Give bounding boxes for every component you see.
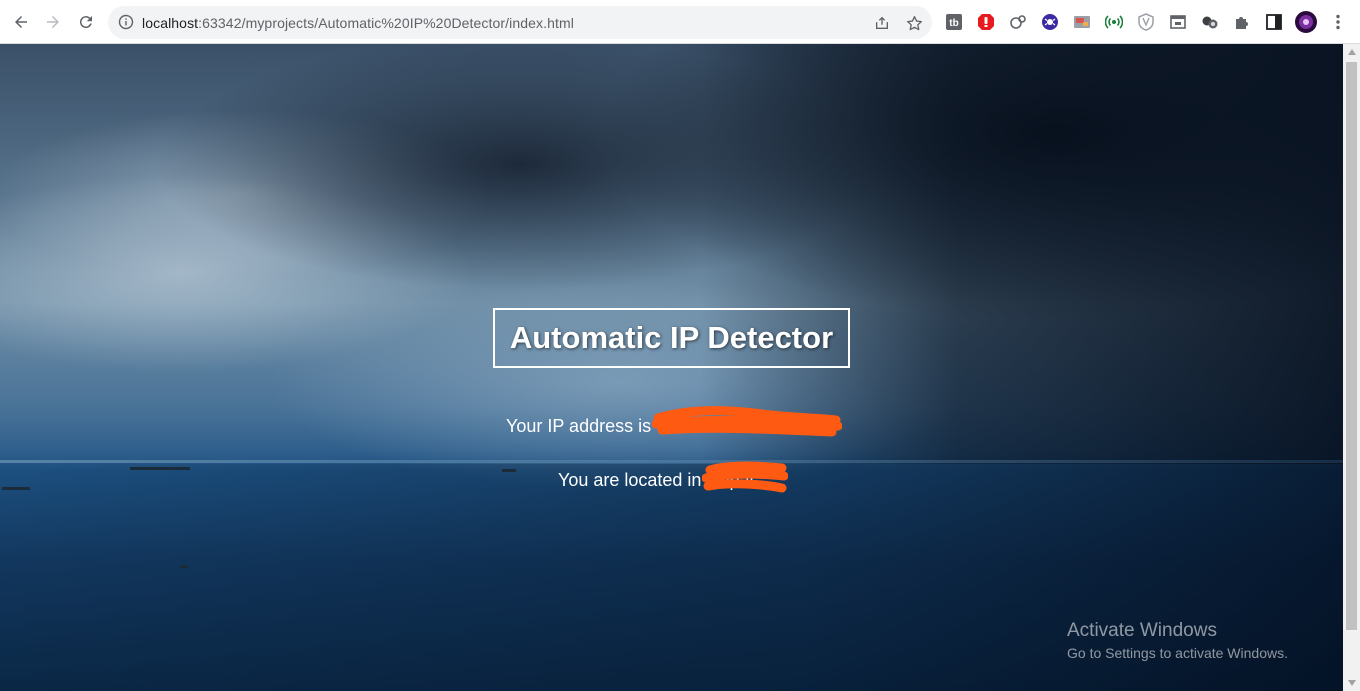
- location-label: You are located in: [558, 470, 702, 490]
- ship: [180, 565, 188, 568]
- cast-icon[interactable]: [1072, 12, 1092, 32]
- ship: [502, 469, 516, 472]
- scroll-down-arrow-icon[interactable]: [1346, 678, 1357, 688]
- watermark-title: Activate Windows: [1067, 620, 1217, 641]
- back-button[interactable]: [6, 7, 36, 37]
- bubbles-icon[interactable]: [1200, 12, 1220, 32]
- puzzle-icon[interactable]: [1232, 12, 1252, 32]
- svg-text:tb: tb: [949, 18, 958, 29]
- reload-button[interactable]: [71, 7, 101, 37]
- wifi-icon[interactable]: [1104, 12, 1124, 32]
- adblock-icon[interactable]: [976, 12, 996, 32]
- bookmark-star-icon[interactable]: [905, 14, 923, 32]
- address-bar[interactable]: localhost:63342/myprojects/Automatic%20I…: [108, 6, 932, 39]
- url-path: :63342/myprojects/Automatic%20IP%20Detec…: [198, 15, 574, 31]
- ship: [2, 487, 30, 490]
- title-box: Automatic IP Detector: [493, 308, 850, 368]
- more-menu-icon[interactable]: [1328, 12, 1348, 32]
- url-text: localhost:63342/myprojects/Automatic%20I…: [142, 15, 574, 31]
- storm-clouds: [700, 44, 1343, 464]
- sidebar-icon[interactable]: [1264, 12, 1284, 32]
- scrollbar-thumb[interactable]: [1346, 62, 1357, 630]
- profile-avatar[interactable]: [1295, 11, 1317, 33]
- scroll-up-arrow-icon[interactable]: [1346, 47, 1357, 57]
- watermark-subtitle: Go to Settings to activate Windows.: [1067, 645, 1288, 661]
- reload-icon: [79, 16, 92, 29]
- forward-button[interactable]: [38, 7, 68, 37]
- tab-manager-icon[interactable]: tb: [944, 12, 964, 32]
- info-icon[interactable]: [118, 14, 134, 30]
- share-icon[interactable]: [873, 14, 891, 32]
- ip-redaction-scribble: [652, 406, 842, 437]
- ship: [130, 467, 190, 470]
- arrow-left-icon: [15, 16, 27, 28]
- arrow-right-icon: [47, 16, 59, 28]
- horizon: [0, 460, 1343, 463]
- location-redaction-scribble: [702, 461, 788, 493]
- windows-activation-watermark: Activate Windows Go to Settings to activ…: [1067, 620, 1288, 661]
- url-host: localhost: [142, 15, 199, 31]
- page-title: Automatic IP Detector: [509, 320, 834, 355]
- ip-label: Your IP address is: [506, 416, 652, 436]
- shield-icon[interactable]: [1136, 12, 1156, 32]
- page-background: Automatic IP Detector Your IP address is…: [0, 44, 1343, 691]
- extension-icon[interactable]: [1008, 12, 1028, 32]
- browser-toolbar: localhost:63342/myprojects/Automatic%20I…: [0, 0, 1360, 44]
- vpn-icon[interactable]: [1040, 12, 1060, 32]
- window-icon[interactable]: [1168, 12, 1188, 32]
